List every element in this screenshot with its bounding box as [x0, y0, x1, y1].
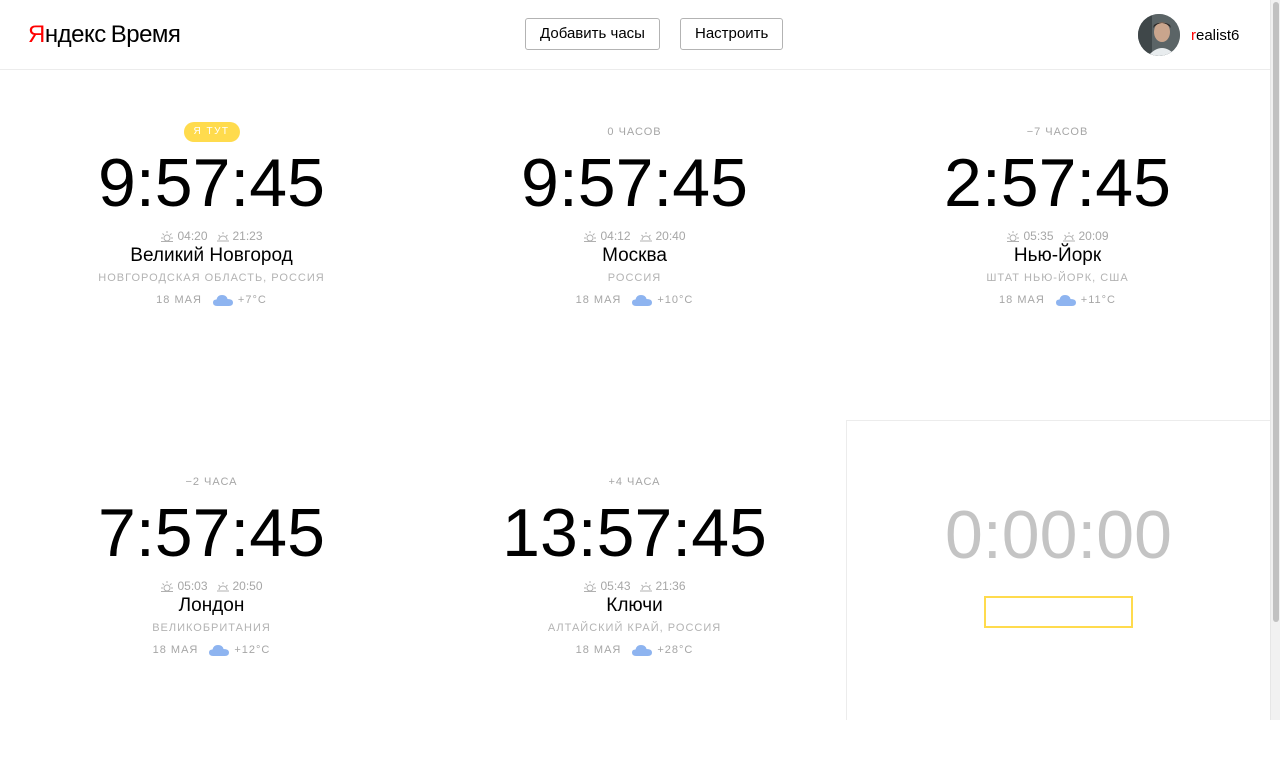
sunrise-icon: [161, 231, 174, 242]
date-label: 18 МАЯ: [999, 294, 1045, 306]
sun-times: 05:43 21:36: [423, 578, 846, 594]
sunrise-icon: [1007, 231, 1020, 242]
clock-time: 2:57:45: [944, 145, 1171, 221]
sunrise-icon: [584, 581, 597, 592]
region-name: АЛТАЙСКИЙ КРАЙ, РОССИЯ: [547, 622, 722, 634]
avatar-image: [1138, 14, 1180, 56]
city-name: Ключи: [606, 595, 663, 616]
clock-card[interactable]: −7 ЧАСОВ 2:57:45 05:35 20:09 Нью-Йорк ШТ…: [846, 70, 1269, 420]
temperature: +12°C: [234, 644, 271, 656]
weather-row: 18 МАЯ +11°C: [846, 292, 1269, 308]
yandex-time-logo[interactable]: Яндекс Время: [28, 20, 181, 50]
weather-row: 18 МАЯ +28°C: [423, 642, 846, 658]
sunrise-time: 04:12: [600, 229, 631, 243]
city-name: Нью-Йорк: [1013, 245, 1102, 266]
weather-row: 18 МАЯ +7°C: [0, 292, 423, 308]
clock-card[interactable]: Я ТУТ 9:57:45 04:20 21:23 Великий Новгор…: [0, 70, 423, 420]
clock-time: 9:57:45: [98, 145, 325, 221]
sun-times: 04:12 20:40: [423, 228, 846, 244]
sunset-icon: [216, 582, 229, 592]
sun-times: 05:03 20:50: [0, 578, 423, 594]
region-name: ВЕЛИКОБРИТАНИЯ: [152, 622, 271, 634]
weather-row: 18 МАЯ +12°C: [0, 642, 423, 658]
sunset-time: 20:09: [1078, 229, 1109, 243]
sunset-icon: [639, 582, 652, 592]
date-label: 18 МАЯ: [156, 294, 202, 306]
temperature: +10°C: [657, 294, 694, 306]
clock-card[interactable]: +4 ЧАСА 13:57:45 05:43 21:36 Ключи АЛТАЙ…: [423, 420, 846, 770]
time-offset: 0 ЧАСОВ: [607, 126, 662, 138]
sunset-icon: [639, 232, 652, 242]
sunset-time: 21:36: [655, 579, 686, 593]
here-badge: Я ТУТ: [183, 122, 240, 142]
timer-input[interactable]: [984, 596, 1133, 628]
clock-time: 13:57:45: [502, 495, 767, 571]
sunrise-time: 05:03: [177, 579, 208, 593]
temperature: +28°C: [657, 644, 694, 656]
region-name: ШТАТ НЬЮ-ЙОРК, США: [986, 272, 1129, 284]
logo-brand: ндекс: [44, 21, 106, 48]
cloud-icon: [632, 645, 653, 656]
time-offset: −7 ЧАСОВ: [1026, 126, 1089, 138]
logo-service: Время: [110, 21, 181, 48]
sun-times: 05:35 20:09: [846, 228, 1269, 244]
sunrise-time: 05:43: [600, 579, 631, 593]
sun-times: 04:20 21:23: [0, 228, 423, 244]
temperature: +11°C: [1080, 294, 1116, 306]
time-offset: −2 ЧАСА: [185, 476, 238, 488]
time-offset: +4 ЧАСА: [608, 476, 661, 488]
cloud-icon: [632, 295, 653, 306]
clock-card[interactable]: −2 ЧАСА 7:57:45 05:03 20:50 Лондон ВЕЛИК…: [0, 420, 423, 770]
city-name: Лондон: [178, 595, 245, 616]
clock-time: 9:57:45: [521, 145, 748, 221]
sunset-icon: [1062, 232, 1075, 242]
user-menu[interactable]: realist6: [1138, 14, 1239, 56]
sunset-time: 21:23: [232, 229, 263, 243]
city-name: Великий Новгород: [130, 245, 293, 266]
date-label: 18 МАЯ: [575, 294, 622, 306]
username-rest: ealist6: [1196, 26, 1240, 44]
scrollbar[interactable]: [1270, 0, 1280, 720]
timer-value: 0:00:00: [945, 497, 1172, 573]
sunset-time: 20:40: [655, 229, 686, 243]
timer-panel: 0:00:00: [846, 420, 1270, 720]
sunrise-time: 04:20: [177, 229, 208, 243]
sunset-icon: [216, 232, 229, 242]
date-label: 18 МАЯ: [152, 644, 199, 656]
region-name: РОССИЯ: [607, 272, 662, 284]
logo-letter: Я: [28, 21, 45, 48]
cloud-icon: [1055, 295, 1076, 306]
clock-time: 7:57:45: [98, 495, 325, 571]
header: Яндекс Время Добавить часы Настроить real…: [0, 0, 1270, 70]
avatar[interactable]: [1138, 14, 1180, 56]
cloud-icon: [209, 645, 230, 656]
sunrise-icon: [584, 231, 597, 242]
weather-row: 18 МАЯ +10°C: [423, 292, 846, 308]
clock-card[interactable]: 0 ЧАСОВ 9:57:45 04:12 20:40 Москва РОССИ…: [423, 70, 846, 420]
sunrise-icon: [161, 581, 174, 592]
cloud-icon: [212, 295, 233, 306]
date-label: 18 МАЯ: [575, 644, 622, 656]
add-clock-button[interactable]: Добавить часы: [525, 18, 660, 50]
scrollbar-thumb[interactable]: [1273, 2, 1279, 622]
sunrise-time: 05:35: [1023, 229, 1054, 243]
settings-button[interactable]: Настроить: [680, 18, 783, 50]
temperature: +7°C: [237, 294, 267, 306]
region-name: НОВГОРОДСКАЯ ОБЛАСТЬ, РОССИЯ: [98, 272, 325, 284]
username[interactable]: realist6: [1191, 27, 1239, 44]
sunset-time: 20:50: [232, 579, 263, 593]
city-name: Москва: [602, 245, 667, 266]
